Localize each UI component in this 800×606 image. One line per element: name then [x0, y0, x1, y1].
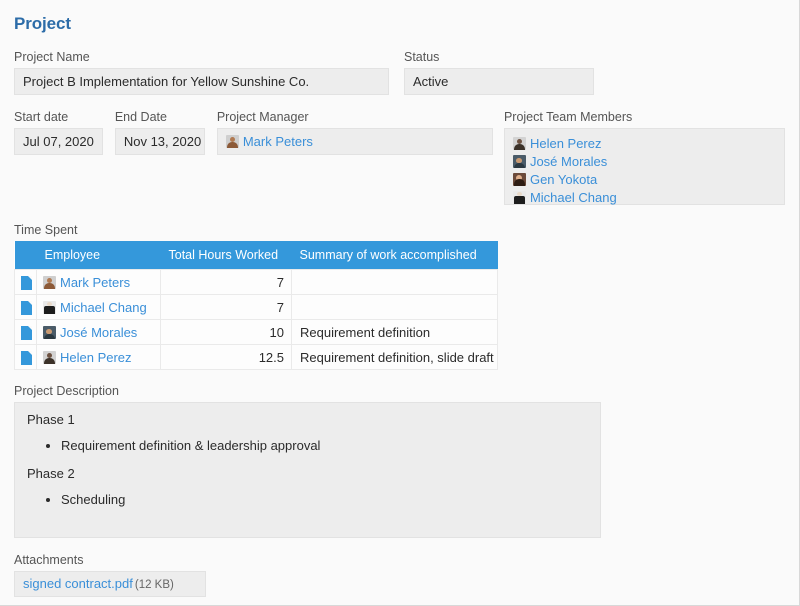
document-icon[interactable] — [21, 276, 32, 290]
column-header-hours: Total Hours Worked — [161, 241, 292, 270]
avatar-helen-icon — [43, 351, 56, 364]
table-row[interactable]: Michael Chang 7 — [15, 295, 498, 320]
status-label: Status — [404, 50, 594, 64]
page-title: Project — [14, 14, 785, 34]
table-row[interactable]: José Morales 10 Requirement definition — [15, 320, 498, 345]
table-header-row: Employee Total Hours Worked Summary of w… — [15, 241, 498, 270]
row-document-cell[interactable] — [15, 320, 37, 345]
row-hours-cell: 10 — [161, 320, 292, 345]
row-hours-cell: 12.5 — [161, 345, 292, 370]
row-hours-cell: 7 — [161, 295, 292, 320]
team-members-box: Helen Perez José Morales Gen Yokota Mich… — [504, 128, 785, 205]
row-summary-cell: Requirement definition, slide draft — [292, 345, 498, 370]
row-document-cell[interactable] — [15, 270, 37, 295]
row-employee-cell: José Morales — [37, 320, 161, 345]
project-manager-value: Mark Peters — [226, 129, 484, 154]
list-item[interactable]: Gen Yokota — [513, 171, 776, 188]
time-spent-label: Time Spent — [14, 223, 785, 237]
team-members-label: Project Team Members — [504, 110, 785, 124]
row-document-cell[interactable] — [15, 345, 37, 370]
team-members-field-group: Project Team Members Helen Perez José Mo… — [504, 110, 785, 205]
start-date-label: Start date — [14, 110, 103, 124]
project-manager-field-group: Project Manager Mark Peters — [217, 110, 493, 155]
avatar-mark-icon — [226, 135, 239, 148]
status-input[interactable]: Active — [404, 68, 594, 95]
project-manager-link[interactable]: Mark Peters — [243, 134, 313, 149]
column-header-summary: Summary of work accomplished — [292, 241, 498, 270]
project-description-section: Project Description Phase 1 Requirement … — [14, 384, 785, 538]
phase2-heading: Phase 2 — [27, 466, 588, 481]
attachment-link[interactable]: signed contract.pdf — [23, 576, 133, 591]
project-manager-input[interactable]: Mark Peters — [217, 128, 493, 155]
list-item: Requirement definition & leadership appr… — [61, 437, 588, 454]
attachments-section: Attachments signed contract.pdf(12 KB) — [14, 553, 785, 597]
table-row[interactable]: Helen Perez 12.5 Requirement definition,… — [15, 345, 498, 370]
avatar-michael-icon — [513, 191, 526, 204]
avatar-michael-icon — [43, 301, 56, 314]
row-employee-cell: Mark Peters — [37, 270, 161, 295]
attachments-label: Attachments — [14, 553, 785, 567]
attachment-item: signed contract.pdf(12 KB) — [14, 571, 206, 597]
row-summary-cell — [292, 295, 498, 320]
status-field-group: Status Active — [404, 50, 594, 95]
employee-link[interactable]: Helen Perez — [60, 350, 132, 365]
list-item: Scheduling — [61, 491, 588, 508]
end-date-input[interactable]: Nov 13, 2020 — [115, 128, 205, 155]
project-name-label: Project Name — [14, 50, 389, 64]
avatar-gen-icon — [513, 173, 526, 186]
column-header-icon — [15, 241, 37, 270]
time-spent-table: Employee Total Hours Worked Summary of w… — [14, 241, 498, 370]
table-row[interactable]: Mark Peters 7 — [15, 270, 498, 295]
list-item[interactable]: José Morales — [513, 153, 776, 170]
avatar-mark-icon — [43, 276, 56, 289]
team-member-link[interactable]: Gen Yokota — [530, 172, 597, 187]
end-date-label: End Date — [115, 110, 205, 124]
project-page: Project Project Name Project B Implement… — [0, 0, 799, 597]
employee-link[interactable]: Mark Peters — [60, 275, 130, 290]
project-manager-label: Project Manager — [217, 110, 493, 124]
row-hours-cell: 7 — [161, 270, 292, 295]
team-member-link[interactable]: Michael Chang — [530, 190, 617, 205]
phase1-heading: Phase 1 — [27, 412, 588, 427]
project-name-field-group: Project Name Project B Implementation fo… — [14, 50, 389, 95]
avatar-helen-icon — [513, 137, 526, 150]
column-header-employee: Employee — [37, 241, 161, 270]
row-document-cell[interactable] — [15, 295, 37, 320]
name-status-row: Project Name Project B Implementation fo… — [14, 50, 785, 95]
list-item[interactable]: Helen Perez — [513, 135, 776, 152]
time-spent-section: Time Spent Employee Total Hours Worked S… — [14, 223, 785, 370]
document-icon[interactable] — [21, 301, 32, 315]
phase2-list: Scheduling — [27, 491, 588, 508]
avatar-jose-icon — [43, 326, 56, 339]
list-item[interactable]: Michael Chang — [513, 189, 776, 206]
row-summary-cell: Requirement definition — [292, 320, 498, 345]
attachment-size: (12 KB) — [135, 579, 174, 591]
project-name-input[interactable]: Project B Implementation for Yellow Suns… — [14, 68, 389, 95]
dates-manager-team-row: Start date Jul 07, 2020 End Date Nov 13,… — [14, 110, 785, 205]
phase1-list: Requirement definition & leadership appr… — [27, 437, 588, 454]
document-icon[interactable] — [21, 326, 32, 340]
project-description-box[interactable]: Phase 1 Requirement definition & leaders… — [14, 402, 601, 538]
avatar-jose-icon — [513, 155, 526, 168]
team-member-link[interactable]: José Morales — [530, 154, 607, 169]
employee-link[interactable]: Michael Chang — [60, 300, 147, 315]
end-date-field-group: End Date Nov 13, 2020 — [115, 110, 205, 155]
team-member-link[interactable]: Helen Perez — [530, 136, 602, 151]
row-summary-cell — [292, 270, 498, 295]
project-description-label: Project Description — [14, 384, 785, 398]
row-employee-cell: Michael Chang — [37, 295, 161, 320]
employee-link[interactable]: José Morales — [60, 325, 137, 340]
document-icon[interactable] — [21, 351, 32, 365]
start-date-field-group: Start date Jul 07, 2020 — [14, 110, 103, 155]
start-date-input[interactable]: Jul 07, 2020 — [14, 128, 103, 155]
row-employee-cell: Helen Perez — [37, 345, 161, 370]
